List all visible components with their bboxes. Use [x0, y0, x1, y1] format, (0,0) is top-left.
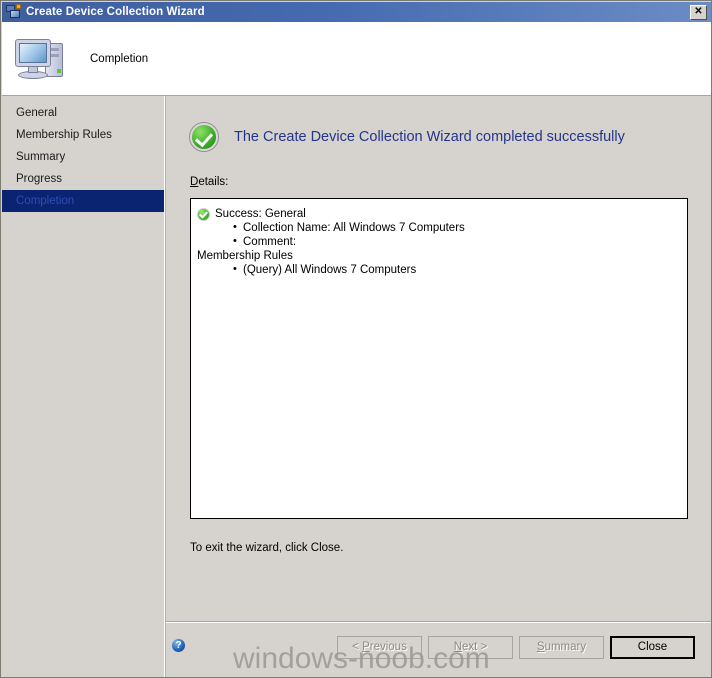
- list-item: Comment:: [233, 234, 681, 249]
- detail-success-text: Success: General: [215, 208, 306, 220]
- close-button-label: Close: [637, 641, 668, 653]
- next-button-accel: N: [453, 641, 463, 653]
- detail-section-membership-rules: Membership Rules: [197, 250, 293, 262]
- sidebar-item-membership-rules[interactable]: Membership Rules: [2, 124, 164, 146]
- previous-button-accel: P: [362, 641, 370, 653]
- previous-button-prefix: <: [352, 641, 363, 653]
- detail-success-row: Success: General: [197, 207, 681, 221]
- close-button[interactable]: Close: [610, 636, 695, 659]
- sidebar-item-completion[interactable]: Completion: [2, 190, 164, 212]
- green-check-circle-icon: [190, 123, 218, 151]
- success-heading: The Create Device Collection Wizard comp…: [234, 129, 625, 145]
- previous-button[interactable]: < Previous: [337, 636, 422, 659]
- wizard-content: The Create Device Collection Wizard comp…: [166, 96, 711, 677]
- details-label-rest: etails:: [198, 176, 229, 188]
- title-bar: Create Device Collection Wizard ✕: [2, 2, 711, 22]
- wizard-step-nav: General Membership Rules Summary Progres…: [2, 96, 164, 677]
- next-button[interactable]: Next >: [428, 636, 513, 659]
- window-title: Create Device Collection Wizard: [26, 6, 205, 18]
- close-icon[interactable]: ✕: [690, 4, 707, 20]
- summary-button[interactable]: Summary: [519, 636, 604, 659]
- green-check-small-icon: [197, 208, 210, 221]
- detail-success-bullets: Collection Name: All Windows 7 Computers…: [197, 220, 681, 249]
- page-title: Completion: [90, 52, 149, 65]
- wizard-window: Create Device Collection Wizard ✕ Comple…: [0, 0, 712, 678]
- wizard-footer: ? < Previous Next > Summary Close: [166, 623, 711, 677]
- computer-icon: [12, 35, 68, 83]
- computer-network-icon: [6, 4, 22, 20]
- list-item: Collection Name: All Windows 7 Computers: [233, 220, 681, 235]
- details-label: Details:: [190, 176, 228, 188]
- details-panel[interactable]: Success: General Collection Name: All Wi…: [190, 198, 688, 519]
- sidebar-item-progress[interactable]: Progress: [2, 168, 164, 190]
- exit-instruction: To exit the wizard, click Close.: [190, 542, 344, 554]
- detail-section-bullets: (Query) All Windows 7 Computers: [197, 262, 681, 277]
- help-question-icon[interactable]: ?: [171, 638, 186, 653]
- wizard-header: Completion: [2, 22, 711, 95]
- summary-button-accel: S: [536, 641, 545, 653]
- summary-button-label: ummary: [544, 641, 587, 653]
- sidebar-item-summary[interactable]: Summary: [2, 146, 164, 168]
- previous-button-label: revious: [369, 641, 407, 653]
- list-item: (Query) All Windows 7 Computers: [233, 262, 681, 277]
- sidebar-item-general[interactable]: General: [2, 102, 164, 124]
- next-button-label: ext >: [462, 641, 488, 653]
- success-banner: The Create Device Collection Wizard comp…: [190, 123, 625, 151]
